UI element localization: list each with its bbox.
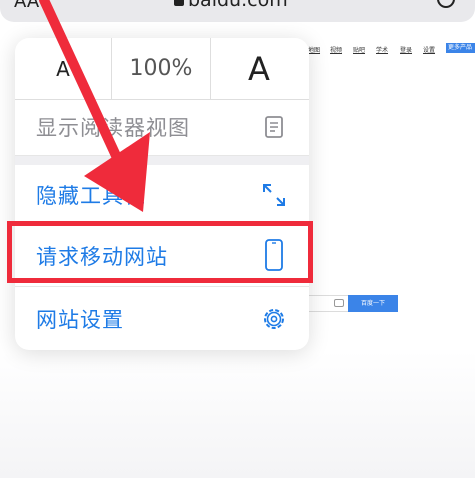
zoom-controls: A 100% A	[15, 38, 309, 100]
search-button[interactable]: 百度一下	[348, 295, 398, 312]
menu-item-label: 网站设置	[36, 307, 124, 332]
zoom-decrease-button[interactable]: A	[15, 38, 111, 99]
nav-link-map[interactable]: 地图	[308, 45, 320, 54]
expand-arrows-icon	[261, 182, 287, 208]
menu-item-website-settings[interactable]: 网站设置	[15, 287, 309, 350]
menu-item-label: 隐藏工具栏	[36, 184, 146, 208]
aa-button[interactable]: AA	[14, 0, 39, 12]
zoom-increase-button[interactable]: A	[209, 38, 309, 99]
nav-link-tieba[interactable]: 贴吧	[353, 45, 365, 54]
camera-icon[interactable]	[334, 299, 344, 307]
gear-icon	[261, 306, 287, 332]
nav-link-xueshu[interactable]: 学术	[376, 45, 388, 54]
zoom-percent[interactable]: 100%	[111, 38, 211, 99]
menu-item-hide-toolbar[interactable]: 隐藏工具栏	[15, 165, 309, 226]
lock-icon	[174, 0, 184, 6]
menu-item-reader-view[interactable]: 显示阅读器视图	[15, 99, 309, 156]
nav-link-video[interactable]: 视频	[330, 45, 342, 54]
nav-link-login[interactable]: 登录	[400, 45, 412, 54]
address-bar[interactable]: AA baidu.com	[0, 0, 475, 22]
highlight-box	[7, 221, 313, 283]
more-products-button[interactable]: 更多产品	[446, 43, 475, 53]
menu-separator	[15, 156, 309, 165]
screen: 地图 视频 贴吧 学术 登录 设置 更多产品 百度一下 AA baidu.com…	[0, 0, 475, 478]
page-menu-popup: A 100% A 显示阅读器视图 隐藏工具栏 请求移动网站 网站设置	[15, 38, 309, 350]
nav-link-settings[interactable]: 设置	[423, 45, 435, 54]
menu-item-label: 显示阅读器视图	[36, 116, 190, 140]
reader-view-icon	[261, 114, 287, 140]
url-text[interactable]: baidu.com	[188, 0, 288, 11]
reload-icon[interactable]	[437, 0, 455, 8]
page-bottom-area	[0, 350, 475, 478]
